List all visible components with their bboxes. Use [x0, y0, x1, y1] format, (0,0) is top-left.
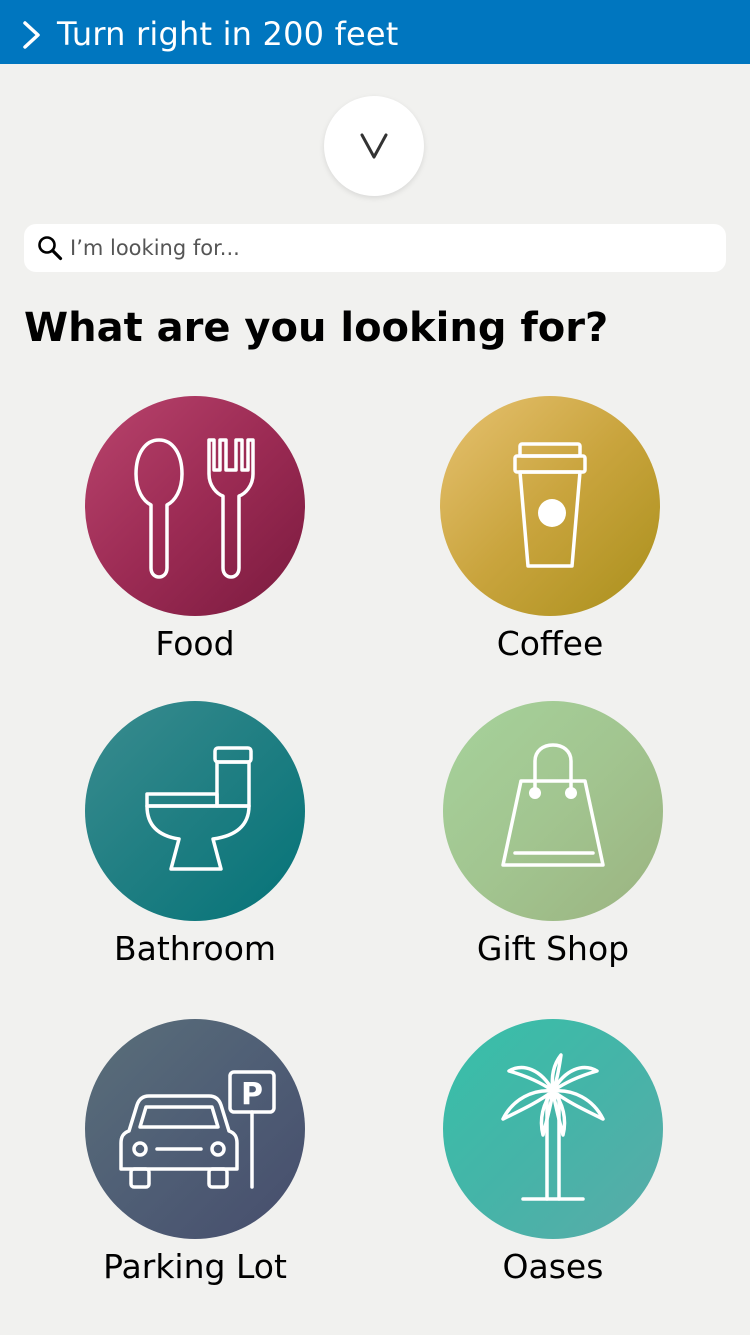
category-bathroom[interactable]: Bathroom: [65, 701, 325, 969]
category-oases-label: Oases: [502, 1247, 604, 1286]
category-coffee-circle: [440, 396, 660, 616]
search-icon: [38, 236, 63, 261]
chevron-down-icon: [360, 133, 388, 159]
svg-text:P: P: [241, 1077, 263, 1112]
category-oases-circle: [443, 1019, 663, 1239]
car-parking-icon: P: [119, 1070, 276, 1189]
category-food[interactable]: Food: [65, 396, 325, 664]
coffee-cup-icon: [513, 442, 587, 568]
search-bar[interactable]: [24, 224, 726, 272]
category-coffee[interactable]: Coffee: [420, 396, 680, 664]
palm-tree-icon: [501, 1053, 605, 1201]
utensils-icon: [134, 438, 255, 579]
chevron-right-icon: [23, 21, 40, 49]
shopping-bag-icon: [501, 743, 605, 867]
category-coffee-label: Coffee: [496, 624, 604, 663]
category-gift-shop-label: Gift Shop: [476, 929, 630, 968]
search-input[interactable]: [70, 230, 710, 266]
toilet-icon: [145, 746, 253, 871]
page-title: What are you looking for?: [24, 305, 609, 351]
category-gift-shop[interactable]: Gift Shop: [423, 701, 683, 969]
category-parking-lot-label: Parking Lot: [103, 1247, 287, 1286]
collapse-button[interactable]: [324, 96, 424, 196]
category-parking-lot[interactable]: P Parking Lot: [65, 1019, 325, 1287]
category-bathroom-label: Bathroom: [113, 929, 277, 968]
navigation-banner[interactable]: Turn right in 200 feet: [0, 0, 750, 64]
category-parking-lot-circle: P: [85, 1019, 305, 1239]
category-bathroom-circle: [85, 701, 305, 921]
category-food-label: Food: [155, 624, 235, 663]
category-gift-shop-circle: [443, 701, 663, 921]
navigation-instruction: Turn right in 200 feet: [57, 15, 399, 53]
category-oases[interactable]: Oases: [423, 1019, 683, 1287]
category-food-circle: [85, 396, 305, 616]
